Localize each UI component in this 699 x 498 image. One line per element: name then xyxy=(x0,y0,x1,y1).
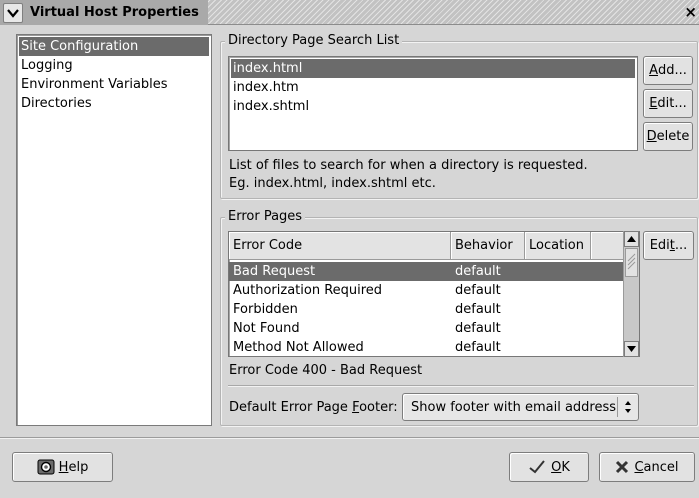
error-pages-frame-label: Error Pages xyxy=(225,209,306,224)
arrow-down-icon xyxy=(627,346,636,352)
checkmark-icon xyxy=(529,460,545,474)
help-icon xyxy=(37,459,55,475)
cell-error-code: Forbidden xyxy=(233,302,298,317)
error-pages-table-header: Error Code Behavior Location xyxy=(229,232,623,260)
cell-error-code: Not Found xyxy=(233,321,300,336)
cell-behavior: default xyxy=(455,302,501,317)
list-item[interactable]: index.shtml xyxy=(229,97,637,116)
sidebar: Site Configuration Logging Environment V… xyxy=(16,34,212,426)
description-line: List of files to search for when a direc… xyxy=(229,158,588,173)
cell-behavior: default xyxy=(455,264,501,279)
ok-button[interactable]: OK xyxy=(509,452,589,482)
error-edit-button[interactable]: Edi t... xyxy=(643,231,694,260)
cell-behavior: default xyxy=(455,283,501,298)
help-mnemonic: H xyxy=(58,459,69,475)
combo-arrows-icon xyxy=(625,401,631,413)
edit-button[interactable]: Edit... xyxy=(643,89,693,118)
sidebar-item-environment-variables[interactable]: Environment Variables xyxy=(17,75,211,94)
cell-error-code: Method Not Allowed xyxy=(233,340,364,355)
edit-button-mnemonic: E xyxy=(649,96,658,111)
description-line: Eg. index.html, index.shtml etc. xyxy=(229,176,436,191)
footer-label-post: ooter: xyxy=(359,400,398,415)
cancel-button[interactable]: Cancel xyxy=(599,452,695,482)
arrow-up-icon xyxy=(627,236,636,242)
window-menu-button[interactable] xyxy=(3,2,23,23)
ok-mnemonic: O xyxy=(551,459,562,475)
footer-label-pre: Default Error Page xyxy=(229,400,353,415)
error-pages-rows: Bad Request default Authorization Requir… xyxy=(229,262,623,356)
scroll-up-button[interactable] xyxy=(624,231,639,247)
add-button[interactable]: Add... xyxy=(643,56,693,85)
cell-behavior: default xyxy=(455,321,501,336)
title-chip: Virtual Host Properties xyxy=(0,0,208,25)
close-icon[interactable]: × xyxy=(684,3,697,21)
sidebar-item-directories[interactable]: Directories xyxy=(17,94,211,113)
cell-error-code: Authorization Required xyxy=(233,283,383,298)
list-item[interactable]: index.html xyxy=(231,59,635,78)
column-header-location[interactable]: Location xyxy=(525,232,591,260)
sidebar-item-site-configuration[interactable]: Site Configuration xyxy=(19,37,209,56)
cell-behavior: default xyxy=(455,340,501,355)
column-header-filler xyxy=(591,232,623,260)
column-header-error-code[interactable]: Error Code xyxy=(229,232,451,260)
dialog-separator xyxy=(0,437,699,439)
ok-label: K xyxy=(561,459,570,475)
table-row[interactable]: Method Not Allowed default xyxy=(229,338,623,356)
error-pages-table[interactable]: Error Code Behavior Location Bad Request… xyxy=(228,231,640,357)
add-button-mnemonic: A xyxy=(649,63,658,78)
directory-search-frame-label: Directory Page Search List xyxy=(225,33,403,48)
grip-icon xyxy=(627,253,636,270)
cancel-mnemonic: C xyxy=(634,459,644,475)
chevron-down-icon xyxy=(7,8,19,18)
help-label: elp xyxy=(68,459,89,475)
directory-search-description: List of files to search for when a direc… xyxy=(229,157,588,193)
list-item[interactable]: index.htm xyxy=(229,78,637,97)
delete-button[interactable]: Delete xyxy=(643,122,693,151)
error-pages-scrollbar[interactable] xyxy=(623,231,639,357)
help-button[interactable]: Help xyxy=(12,452,113,482)
default-footer-select[interactable]: Show footer with email address xyxy=(402,393,639,421)
sidebar-item-logging[interactable]: Logging xyxy=(17,56,211,75)
error-status-text: Error Code 400 - Bad Request xyxy=(229,363,423,378)
cancel-label: ancel xyxy=(643,459,679,475)
default-footer-label: Default Error Page Footer: xyxy=(229,399,398,417)
title-bar: Virtual Host Properties × xyxy=(0,0,699,25)
table-row[interactable]: Authorization Required default xyxy=(229,281,623,300)
window-title: Virtual Host Properties xyxy=(30,5,199,20)
directory-search-list[interactable]: index.html index.htm index.shtml xyxy=(228,56,638,151)
scroll-thumb[interactable] xyxy=(625,248,638,277)
scroll-down-button[interactable] xyxy=(624,341,639,357)
table-row[interactable]: Forbidden default xyxy=(229,300,623,319)
error-edit-label-pre: Edi xyxy=(649,238,670,253)
error-edit-label-post: ... xyxy=(674,238,688,253)
column-header-behavior[interactable]: Behavior xyxy=(451,232,525,260)
table-row[interactable]: Not Found default xyxy=(229,319,623,338)
edit-button-label-post: dit... xyxy=(657,96,687,111)
cell-error-code: Bad Request xyxy=(233,264,316,279)
delete-button-label-post: elete xyxy=(656,129,690,144)
cancel-x-icon xyxy=(616,460,629,474)
delete-button-mnemonic: D xyxy=(646,129,657,144)
default-footer-select-value: Show footer with email address xyxy=(411,399,617,415)
table-row[interactable]: Bad Request default xyxy=(229,262,623,281)
error-pages-divider xyxy=(228,385,694,386)
add-button-label-post: dd... xyxy=(658,63,687,78)
